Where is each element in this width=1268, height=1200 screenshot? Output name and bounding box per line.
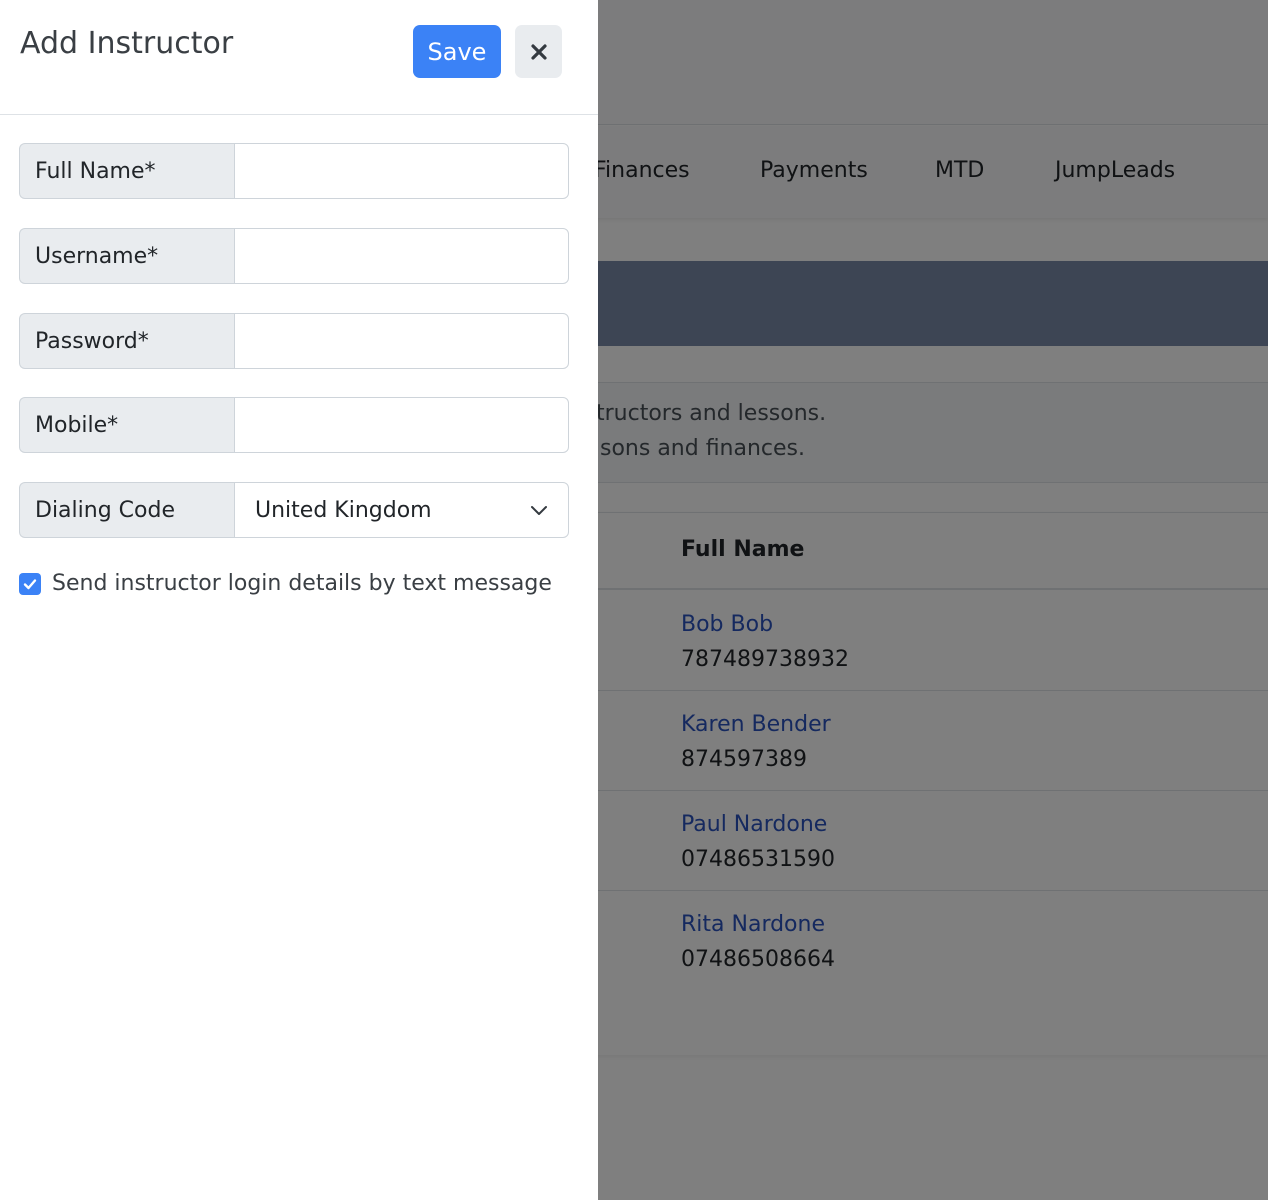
dialing-code-value: United Kingdom	[255, 497, 432, 523]
mobile-input[interactable]	[234, 397, 569, 453]
username-input[interactable]	[234, 228, 569, 284]
password-input[interactable]	[234, 313, 569, 369]
sms-checkbox-label[interactable]: Send instructor login details by text me…	[52, 571, 552, 596]
sms-checkbox[interactable]	[19, 572, 41, 595]
password-label: Password*	[19, 313, 234, 369]
chevron-down-icon	[531, 506, 547, 515]
full-name-label: Full Name*	[19, 143, 234, 199]
username-group: Username*	[19, 228, 569, 284]
username-label: Username*	[19, 228, 234, 284]
save-button[interactable]: Save	[413, 25, 501, 78]
close-button[interactable]	[515, 25, 562, 78]
sms-option: Send instructor login details by text me…	[19, 571, 552, 596]
add-instructor-panel: Add Instructor Save Full Name* Username*…	[0, 0, 598, 1200]
close-icon	[530, 43, 547, 60]
mobile-label: Mobile*	[19, 397, 234, 453]
full-name-group: Full Name*	[19, 143, 569, 199]
panel-header: Add Instructor Save	[0, 0, 598, 115]
checkmark-icon	[23, 578, 37, 589]
dialing-code-select[interactable]: United Kingdom	[234, 482, 569, 538]
dialing-code-label: Dialing Code	[19, 482, 234, 538]
full-name-input[interactable]	[234, 143, 569, 199]
mobile-group: Mobile*	[19, 397, 569, 453]
panel-title: Add Instructor	[20, 26, 234, 61]
dialing-code-group: Dialing Code United Kingdom	[19, 482, 569, 538]
password-group: Password*	[19, 313, 569, 369]
